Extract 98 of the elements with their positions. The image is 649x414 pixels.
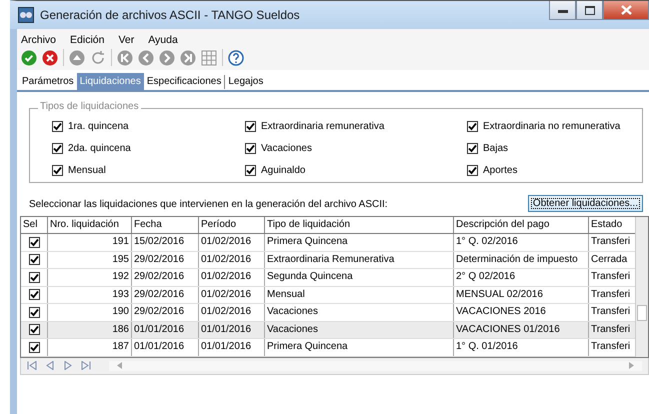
checkbox[interactable] [245, 165, 256, 176]
check-icon[interactable] [21, 50, 37, 66]
row-checkbox[interactable] [28, 306, 40, 318]
row-checkbox[interactable] [28, 272, 40, 283]
column-header[interactable]: Sel [21, 217, 48, 233]
table-cell: Segunda Quincena [265, 269, 454, 286]
table-cell: 193 [48, 286, 132, 303]
table-cell: 01/02/2016 [199, 286, 265, 303]
checkbox[interactable] [245, 143, 256, 154]
row-checkbox[interactable] [28, 236, 40, 248]
checkbox-label: Extraordinaria no remunerativa [483, 121, 620, 132]
column-header[interactable]: Tipo de liquidación [265, 217, 454, 233]
table-row[interactable]: 192 29/02/2016 01/02/2016 Segunda Quincena 2° Q 02/2016 Transferi [21, 269, 635, 286]
previous-record-icon[interactable] [45, 361, 55, 370]
next-record-icon[interactable] [63, 361, 73, 370]
checkbox[interactable] [467, 165, 478, 176]
table-cell: 29/02/2016 [132, 304, 199, 320]
table-cell: Mensual [265, 286, 454, 303]
checkbox[interactable] [467, 143, 478, 154]
table-cell: 186 [48, 322, 132, 338]
instruction-text: Seleccionar las liquidaciones que intervienen en la generación del archivo ASCII: [29, 199, 388, 212]
table-cell: 195 [48, 252, 132, 268]
table-cell: VACACIONES 01/2016 [454, 322, 589, 338]
row-checkbox[interactable] [28, 342, 40, 353]
vertical-scrollbar[interactable] [635, 217, 648, 356]
app-icon [18, 7, 34, 23]
menu-item[interactable]: Ayuda [148, 34, 178, 46]
menu-item[interactable]: Edición [70, 34, 104, 46]
checkbox-label: Mensual [68, 165, 106, 176]
checkbox[interactable] [52, 121, 63, 132]
checkbox-label: Bajas [483, 143, 508, 154]
table-cell: 29/02/2016 [132, 252, 199, 268]
table-cell: 01/02/2016 [199, 234, 265, 250]
tab[interactable]: Legajos [225, 73, 266, 90]
table-cell: 01/02/2016 [199, 304, 265, 320]
help-icon[interactable] [228, 50, 244, 66]
table-cell: 1° Q. 01/2016 [454, 339, 589, 356]
table-cell: Vacaciones [265, 304, 454, 320]
checkbox-label: 1ra. quincena [68, 121, 129, 132]
maximize-icon [584, 6, 594, 14]
checkbox[interactable] [245, 121, 256, 132]
table-cell: MENSUAL 02/2016 [454, 286, 589, 303]
table-cell: Primera Quincena [265, 339, 454, 356]
table-cell: 192 [48, 269, 132, 286]
table-row[interactable]: 193 29/02/2016 01/02/2016 Mensual MENSUAL 02/2016 Transferi [21, 286, 635, 304]
table-row[interactable]: 186 01/01/2016 01/01/2016 Vacaciones VACACIONES 01/2016 Transferi [21, 322, 635, 339]
checkbox[interactable] [467, 121, 478, 132]
column-header[interactable]: Nro. liquidación [48, 217, 132, 233]
table-cell: 01/02/2016 [199, 252, 265, 268]
checkbox-label: Extraordinaria remunerativa [261, 121, 384, 132]
table-cell: VACACIONES 2016 [454, 304, 589, 320]
column-header[interactable]: Descripción del pago [454, 217, 589, 233]
checkbox[interactable] [52, 165, 63, 176]
window-title: Generación de archivos ASCII - TANGO Sueldos [40, 8, 300, 22]
row-checkbox[interactable] [28, 324, 40, 336]
table-cell: 01/02/2016 [199, 269, 265, 286]
first-record-icon[interactable] [27, 361, 37, 370]
group-title: Tipos de liquidaciones [38, 101, 141, 112]
table-cell: 190 [48, 304, 132, 320]
get-settlements-button[interactable]: Obtener liquidaciones... [528, 195, 643, 212]
table-cell: Extraordinaria Remunerativa [265, 252, 454, 268]
minimize-icon [558, 7, 568, 13]
table-row[interactable]: 191 15/02/2016 01/02/2016 Primera Quincena 1° Q. 02/2016 Transferi [21, 234, 635, 252]
table-cell: 2° Q 02/2016 [454, 269, 589, 286]
table-cell: 191 [48, 234, 132, 250]
table-cell: 01/01/2016 [132, 322, 199, 338]
checkbox-label: 2da. quincena [68, 143, 131, 154]
checkbox[interactable] [52, 143, 63, 154]
row-checkbox[interactable] [28, 289, 40, 300]
table-cell: 15/02/2016 [132, 234, 199, 250]
table-cell: Vacaciones [265, 322, 454, 338]
menu-item[interactable]: Ver [118, 34, 134, 46]
maximize-button[interactable] [576, 1, 603, 20]
table-cell: Determinación de impuesto [454, 252, 589, 268]
tab[interactable]: Especificaciones [144, 73, 224, 90]
table-cell: 01/01/2016 [199, 339, 265, 356]
table-cell: 01/01/2016 [132, 339, 199, 356]
table-cell: 29/02/2016 [132, 286, 199, 303]
column-header[interactable]: Período [199, 217, 265, 233]
minimize-button[interactable] [549, 1, 576, 20]
close-button[interactable] [603, 1, 649, 20]
table-row[interactable]: 187 01/01/2016 01/01/2016 Primera Quincena 1° Q. 01/2016 Transferi [21, 339, 635, 356]
checkbox-label: Aguinaldo [261, 165, 306, 176]
cancel-icon[interactable] [42, 50, 58, 66]
tab[interactable]: Parámetros [19, 73, 77, 90]
checkbox-label: Aportes [483, 165, 518, 176]
row-checkbox[interactable] [28, 254, 40, 266]
table-cell: 187 [48, 339, 132, 356]
last-record-icon[interactable] [81, 361, 91, 370]
menu-item[interactable]: Archivo [21, 34, 56, 46]
column-header[interactable]: Fecha [132, 217, 199, 233]
checkbox-label: Vacaciones [261, 143, 312, 154]
table-row[interactable]: 195 29/02/2016 01/02/2016 Extraordinaria Remunerativa Determinación de impuesto Cerrada [21, 252, 635, 269]
table-cell: 29/02/2016 [132, 269, 199, 286]
table-cell: 1° Q. 02/2016 [454, 234, 589, 250]
table-cell: Primera Quincena [265, 234, 454, 250]
close-icon [620, 5, 632, 15]
table-cell: 01/01/2016 [199, 322, 265, 338]
